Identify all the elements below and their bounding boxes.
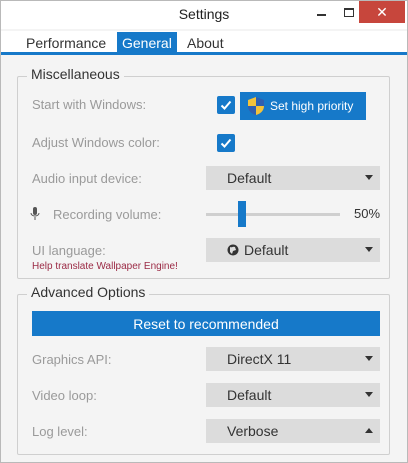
close-icon: ✕ [376, 4, 388, 20]
advanced-options-group: Advanced Options Reset to recommended Gr… [17, 284, 390, 455]
settings-window: Settings ✕ Performance General About Mis… [0, 0, 408, 463]
video-loop-label: Video loop: [32, 388, 97, 403]
tab-performance[interactable]: Performance [21, 32, 111, 55]
advanced-options-legend: Advanced Options [27, 284, 150, 300]
close-button[interactable]: ✕ [359, 1, 405, 23]
miscellaneous-legend: Miscellaneous [27, 66, 124, 82]
chevron-up-icon [365, 428, 373, 433]
ui-language-label: UI language: [32, 243, 106, 258]
log-level-label: Log level: [32, 424, 88, 439]
audio-input-device-label: Audio input device: [32, 171, 142, 186]
chevron-down-icon [365, 247, 373, 252]
chevron-down-icon [365, 175, 373, 180]
log-level-dropdown[interactable]: Verbose [206, 419, 380, 443]
checkmark-icon [220, 138, 232, 148]
microphone-icon [30, 207, 40, 220]
tab-about[interactable]: About [182, 32, 229, 55]
graphics-api-label: Graphics API: [32, 352, 112, 367]
minimize-button[interactable] [307, 1, 335, 23]
title-bar: Settings ✕ [1, 1, 407, 29]
set-high-priority-button[interactable]: Set high priority [240, 92, 366, 120]
ui-language-value: Default [244, 242, 289, 258]
video-loop-value: Default [227, 387, 272, 403]
recording-volume-value: 50% [354, 206, 381, 221]
graphics-api-value: DirectX 11 [227, 351, 292, 367]
reset-to-recommended-button[interactable]: Reset to recommended [32, 311, 380, 336]
help-translate-link[interactable]: Help translate Wallpaper Engine! [32, 261, 178, 272]
maximize-icon [344, 7, 354, 17]
minimize-icon [316, 14, 326, 16]
start-with-windows-label: Start with Windows: [32, 97, 147, 112]
set-high-priority-label: Set high priority [270, 99, 354, 113]
graphics-api-dropdown[interactable]: DirectX 11 [206, 347, 380, 371]
globe-icon [227, 244, 239, 256]
adjust-windows-color-label: Adjust Windows color: [32, 135, 160, 150]
log-level-value: Verbose [227, 423, 279, 439]
shield-icon [248, 97, 264, 115]
miscellaneous-group: Miscellaneous Start with Windows: Set hi… [17, 66, 390, 279]
recording-volume-slider-track[interactable] [206, 213, 340, 216]
video-loop-dropdown[interactable]: Default [206, 383, 380, 407]
tab-bar: Performance General About [1, 31, 407, 55]
audio-input-device-dropdown[interactable]: Default [206, 166, 380, 190]
adjust-windows-color-checkbox[interactable] [217, 134, 235, 152]
chevron-down-icon [365, 392, 373, 397]
chevron-down-icon [365, 356, 373, 361]
recording-volume-slider-handle[interactable] [237, 201, 246, 227]
tab-general[interactable]: General [117, 32, 177, 55]
ui-language-dropdown[interactable]: Default [206, 238, 380, 262]
checkmark-icon [220, 100, 232, 110]
audio-input-device-value: Default [227, 170, 272, 186]
start-with-windows-checkbox[interactable] [217, 96, 235, 114]
recording-volume-label: Recording volume: [53, 207, 162, 222]
